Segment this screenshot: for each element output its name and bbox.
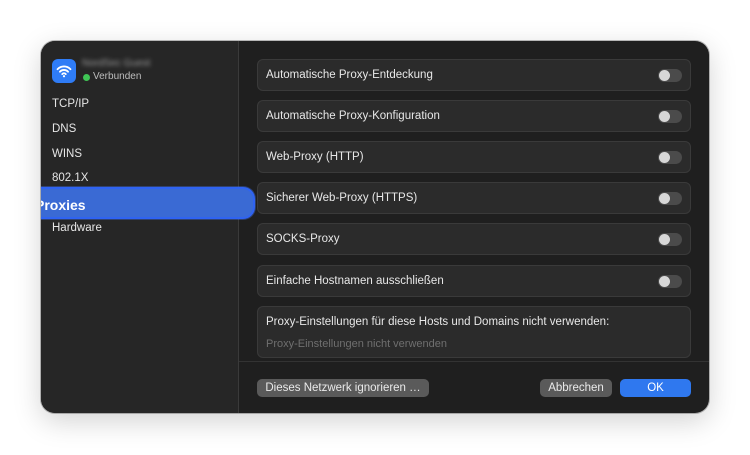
row-label: Automatische Proxy-Entdeckung (266, 69, 433, 81)
toggle-knob (659, 276, 670, 287)
bypass-hosts-label: Proxy-Einstellungen für diese Hosts und … (266, 316, 610, 328)
toggle-knob (659, 70, 670, 81)
secure-web-proxy-https-toggle[interactable] (658, 192, 682, 205)
ok-button[interactable]: OK (620, 379, 691, 397)
network-name: NordSec Guest (82, 58, 151, 69)
row-label: Web-Proxy (HTTP) (266, 151, 364, 163)
row-label: SOCKS-Proxy (266, 233, 340, 245)
row-exclude-simple-hostnames: Einfache Hostnamen ausschließen (257, 265, 691, 297)
row-auto-proxy-config: Automatische Proxy-Konfiguration (257, 100, 691, 132)
exclude-simple-hostnames-toggle[interactable] (658, 275, 682, 288)
auto-proxy-config-toggle[interactable] (658, 110, 682, 123)
web-proxy-http-toggle[interactable] (658, 151, 682, 164)
sidebar-item-dns[interactable]: DNS (52, 121, 76, 137)
network-settings-window: NordSec Guest Verbunden TCP/IP DNS WINS … (41, 41, 709, 413)
wifi-icon (52, 59, 76, 83)
bypass-hosts-box: Proxy-Einstellungen für diese Hosts und … (257, 306, 691, 358)
cancel-button[interactable]: Abbrechen (540, 379, 612, 397)
connected-status-dot (83, 74, 90, 81)
sidebar-item-wins[interactable]: WINS (52, 146, 82, 162)
row-label: Einfache Hostnamen ausschließen (266, 275, 444, 287)
toggle-knob (659, 152, 670, 163)
row-socks-proxy: SOCKS-Proxy (257, 223, 691, 255)
row-label: Automatische Proxy-Konfiguration (266, 110, 440, 122)
sidebar: NordSec Guest Verbunden TCP/IP DNS WINS … (41, 41, 255, 413)
footer-divider (239, 361, 709, 362)
sidebar-item-proxies[interactable]: Proxies (41, 187, 255, 219)
sidebar-item-8021x[interactable]: 802.1X (52, 170, 88, 186)
network-header: NordSec Guest Verbunden (52, 59, 232, 87)
sidebar-item-hardware[interactable]: Hardware (52, 220, 102, 236)
socks-proxy-toggle[interactable] (658, 233, 682, 246)
network-status: Verbunden (93, 71, 142, 82)
row-auto-proxy-discovery: Automatische Proxy-Entdeckung (257, 59, 691, 91)
ignore-network-button[interactable]: Dieses Netzwerk ignorieren … (257, 379, 429, 397)
row-secure-web-proxy-https: Sicherer Web-Proxy (HTTPS) (257, 182, 691, 214)
toggle-knob (659, 111, 670, 122)
row-label: Sicherer Web-Proxy (HTTPS) (266, 192, 418, 204)
bypass-hosts-input[interactable] (266, 336, 676, 352)
toggle-knob (659, 234, 670, 245)
proxies-panel: Automatische Proxy-Entdeckung Automatisc… (239, 41, 709, 413)
auto-proxy-discovery-toggle[interactable] (658, 69, 682, 82)
toggle-knob (659, 193, 670, 204)
row-web-proxy-http: Web-Proxy (HTTP) (257, 141, 691, 173)
sidebar-item-tcpip[interactable]: TCP/IP (52, 96, 89, 112)
